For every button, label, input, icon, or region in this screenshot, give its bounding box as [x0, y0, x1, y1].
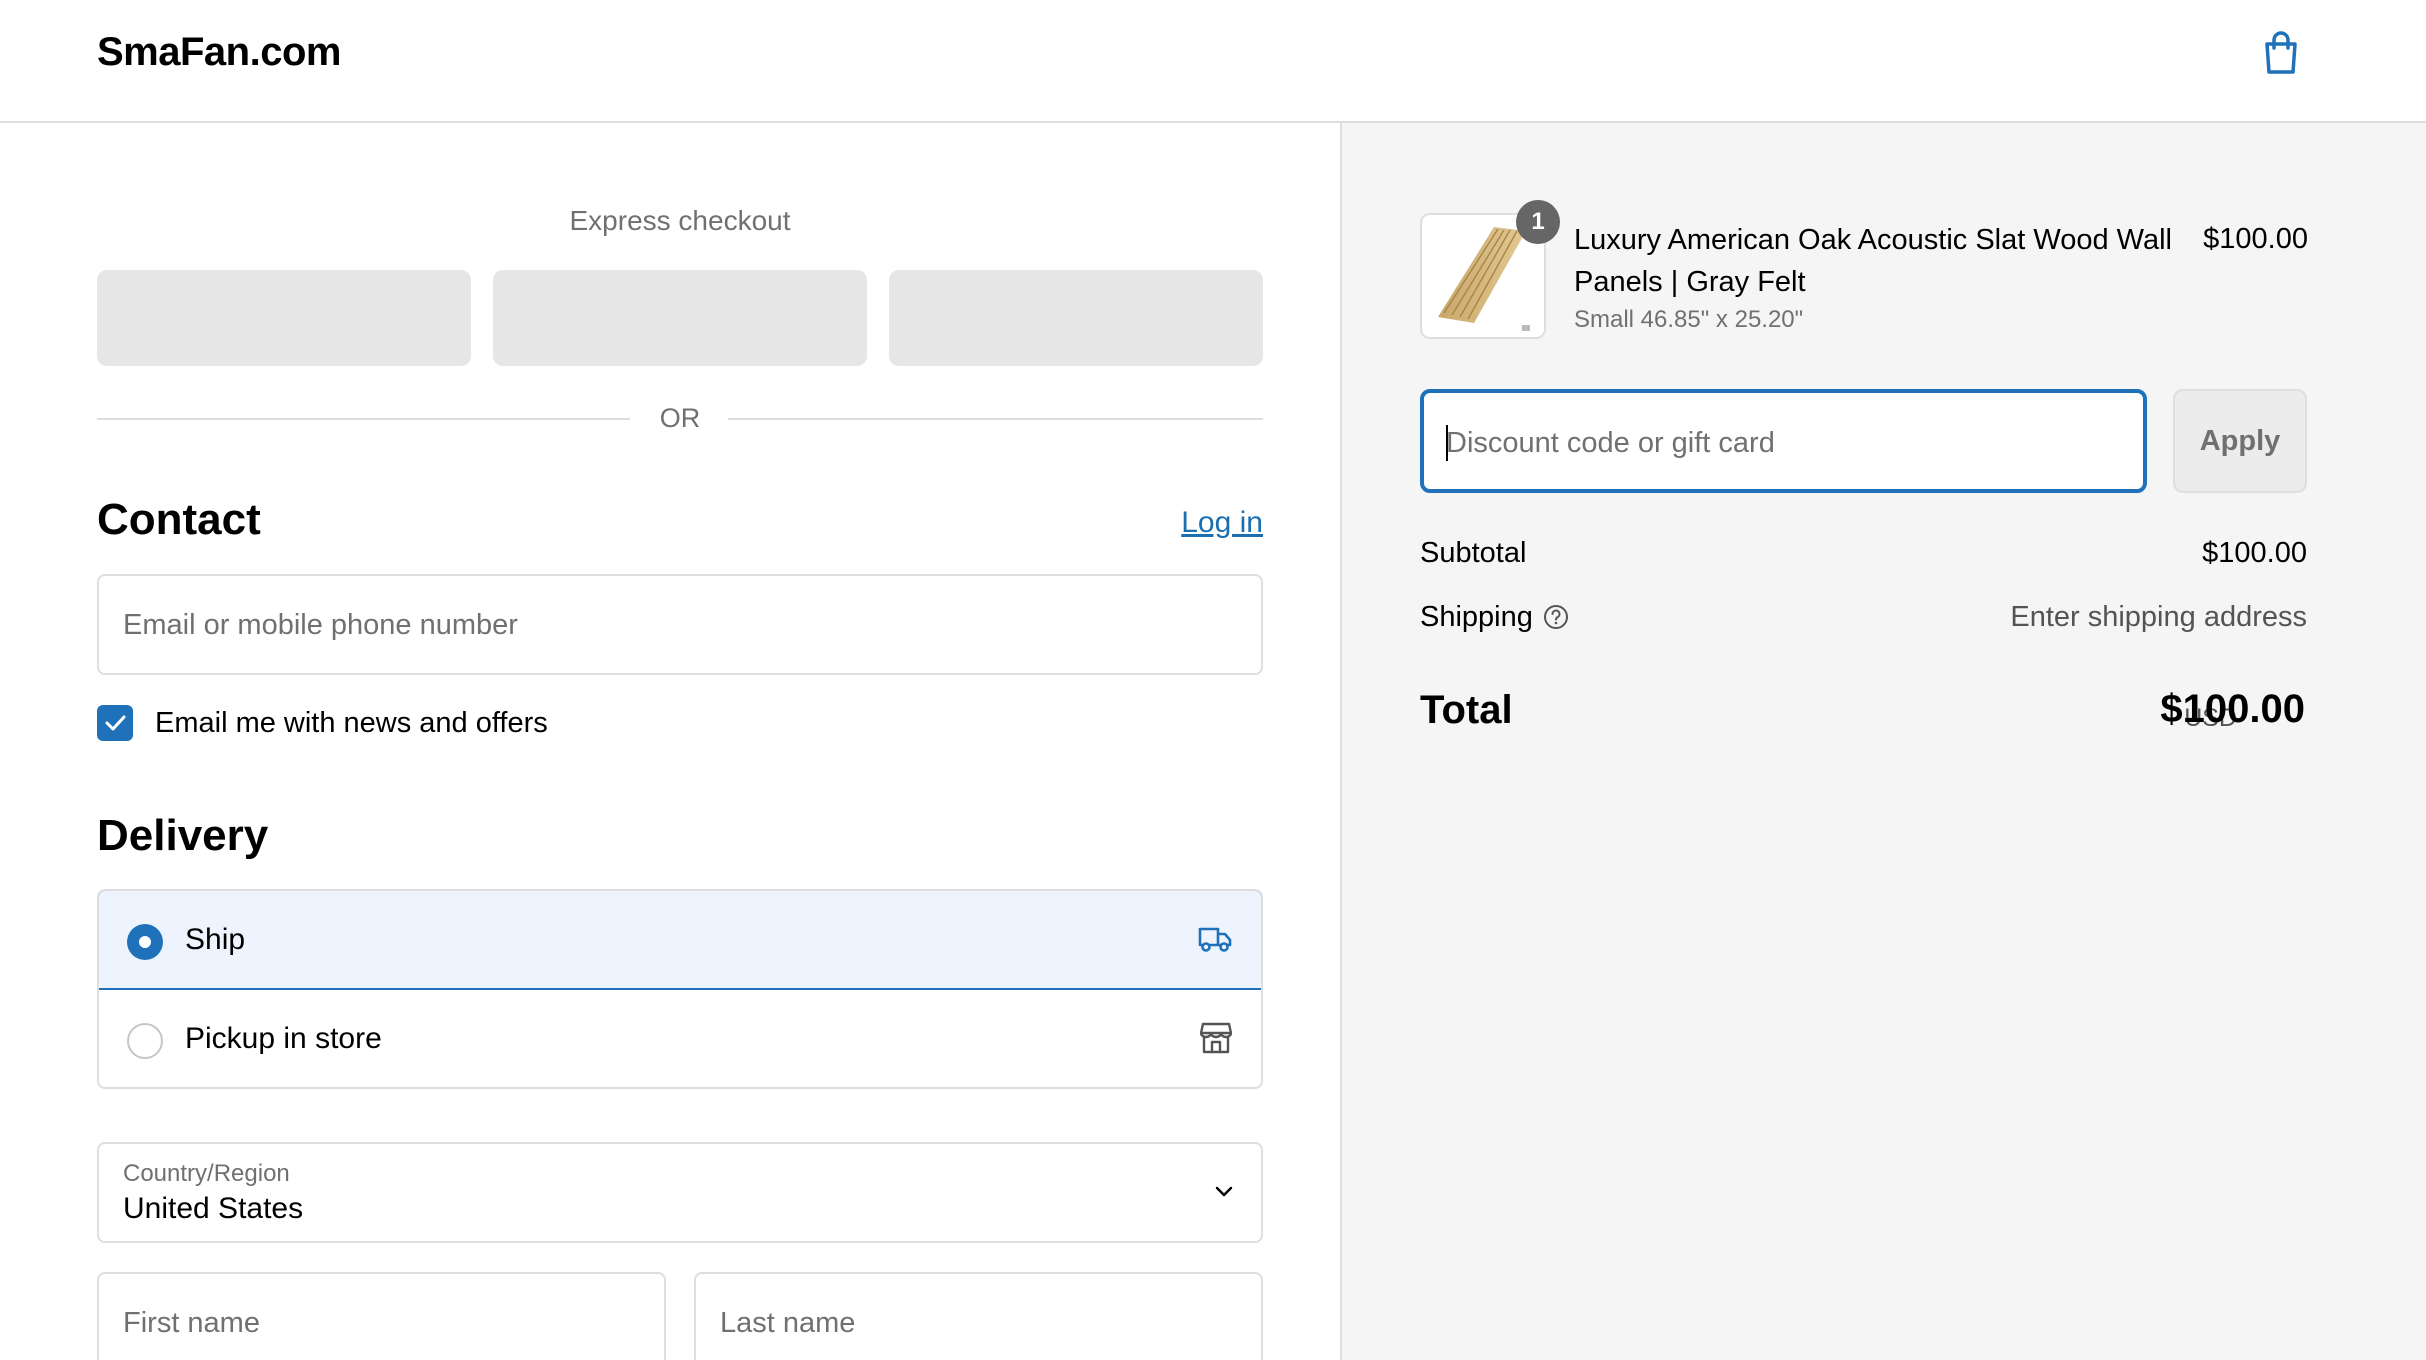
- store-icon: [1200, 1022, 1232, 1054]
- delivery-option-ship[interactable]: Ship: [99, 891, 1261, 990]
- delivery-option-pickup[interactable]: Pickup in store: [99, 990, 1261, 1087]
- first-name-field[interactable]: First name: [97, 1272, 666, 1360]
- country-select[interactable]: Country/Region United States: [97, 1142, 1263, 1243]
- checkout-page: SmaFan.com Express checkout OR Contact L…: [0, 0, 2426, 1360]
- total-value: $100.00: [2160, 687, 2305, 731]
- discount-code-field[interactable]: Discount code or gift card: [1420, 389, 2147, 493]
- checkmark-icon: [105, 715, 126, 731]
- newsletter-checkbox[interactable]: [97, 705, 133, 741]
- express-pay-button-1[interactable]: [97, 270, 471, 366]
- express-pay-button-2[interactable]: [493, 270, 867, 366]
- express-pay-button-3[interactable]: [889, 270, 1263, 366]
- product-name: Luxury American Oak Acoustic Slat Wood W…: [1574, 224, 2172, 298]
- truck-icon: [1198, 927, 1232, 952]
- contact-heading: Contact: [97, 495, 261, 544]
- login-link[interactable]: Log in: [1181, 506, 1263, 540]
- product-variant: Small 46.85" x 25.20": [1574, 306, 1804, 333]
- country-label: Country/Region: [123, 1160, 290, 1187]
- delivery-method-group: Ship Pickup in store: [97, 889, 1263, 1089]
- or-divider: OR: [97, 403, 1263, 433]
- subtotal-row: Subtotal $100.00: [1420, 537, 2307, 577]
- total-label: Total: [1420, 688, 1513, 732]
- shopping-bag-icon[interactable]: [2260, 30, 2302, 76]
- email-field[interactable]: Email or mobile phone number: [97, 574, 1263, 675]
- shipping-value: Enter shipping address: [2010, 601, 2307, 633]
- newsletter-label: Email me with news and offers: [155, 707, 548, 739]
- chevron-down-icon: [1215, 1186, 1233, 1197]
- email-placeholder: Email or mobile phone number: [123, 609, 518, 641]
- divider-line-right: [728, 418, 1263, 420]
- apply-discount-button[interactable]: Apply: [2173, 389, 2307, 493]
- site-header: SmaFan.com: [0, 0, 2426, 123]
- country-value: United States: [123, 1192, 304, 1225]
- shipping-row: Shipping Enter shipping address: [1420, 601, 2307, 641]
- delivery-heading: Delivery: [97, 811, 269, 860]
- quantity-badge: 1: [1516, 200, 1560, 244]
- subtotal-value: $100.00: [2202, 537, 2307, 569]
- product-price: $100.00: [2203, 223, 2308, 255]
- discount-placeholder: Discount code or gift card: [1446, 427, 1775, 459]
- ship-label: Ship: [185, 923, 246, 956]
- last-name-field[interactable]: Last name: [694, 1272, 1263, 1360]
- checkout-form: Express checkout OR Contact Log in Email…: [0, 123, 1340, 1360]
- first-name-placeholder: First name: [123, 1307, 260, 1339]
- ship-radio[interactable]: [127, 924, 163, 960]
- subtotal-label: Subtotal: [1420, 537, 1527, 569]
- order-summary: 1 Luxury American Oak Acoustic Slat Wood…: [1340, 123, 2426, 1360]
- shipping-label: Shipping: [1420, 601, 1533, 633]
- store-logo[interactable]: SmaFan.com: [97, 30, 341, 75]
- pickup-radio[interactable]: [127, 1023, 163, 1059]
- last-name-placeholder: Last name: [720, 1307, 856, 1339]
- express-checkout-label: Express checkout: [569, 205, 791, 236]
- pickup-label: Pickup in store: [185, 1022, 382, 1055]
- question-circle-icon[interactable]: [1542, 603, 1570, 631]
